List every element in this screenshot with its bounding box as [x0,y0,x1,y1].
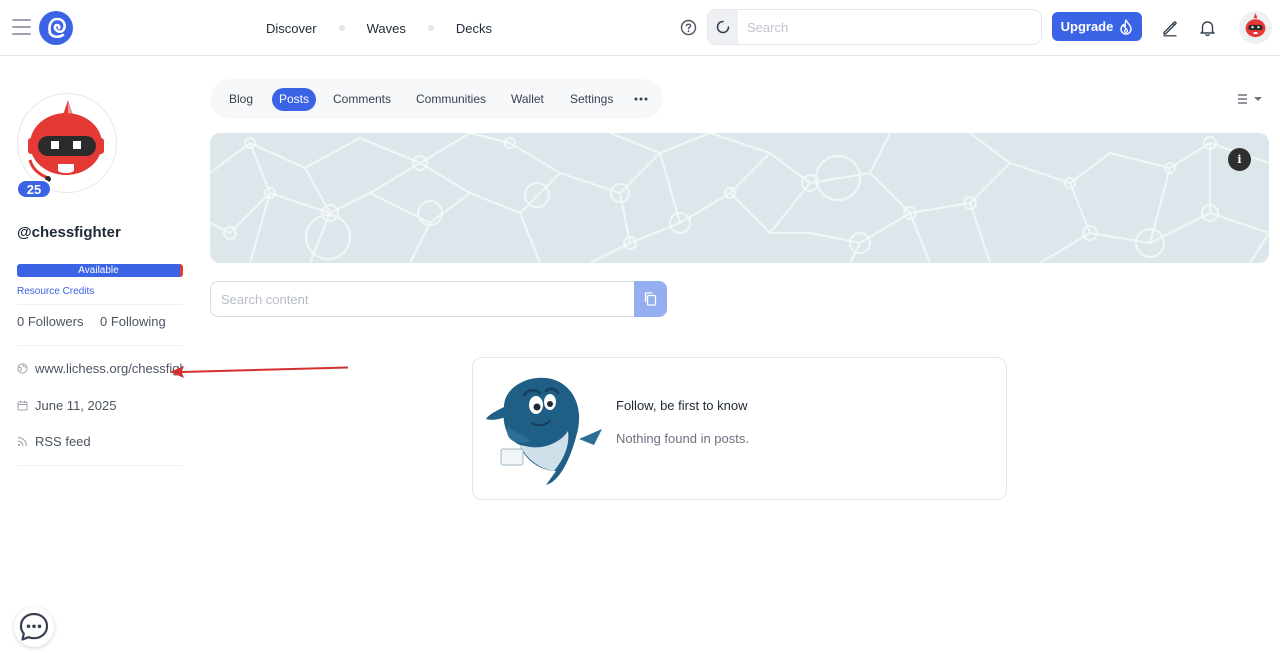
main-nav: Discover Waves Decks [266,18,492,38]
copy-button[interactable] [634,281,667,317]
nav-discover[interactable]: Discover [266,21,317,36]
tab-posts[interactable]: Posts [272,88,317,111]
profile-avatar [17,93,117,193]
following-link[interactable]: 0 Following [100,314,166,329]
rss-icon [17,437,27,447]
website-url: www.lichess.org/chessfighter [35,361,183,376]
flame-icon [1120,18,1133,35]
nav-decks[interactable]: Decks [456,21,492,36]
calendar-icon [17,400,28,411]
cover-pattern [210,133,1269,263]
tab-settings[interactable]: Settings [570,88,613,111]
followers-link[interactable]: 0 Followers [17,314,83,329]
reputation-badge: 25 [16,179,52,199]
search-input[interactable] [738,10,1041,44]
robot-avatar[interactable] [1239,11,1272,44]
nav-waves[interactable]: Waves [367,21,406,36]
spinner-icon [708,10,738,44]
nav-separator [427,25,434,31]
resource-credits-link[interactable]: Resource Credits [17,286,94,297]
tab-comments[interactable]: Comments [333,88,391,111]
annotation-arrow-icon [170,366,348,378]
chat-button[interactable] [14,607,54,647]
header-search [707,9,1042,45]
list-view-icon[interactable] [1237,92,1265,106]
joined-date: June 11, 2025 [17,398,183,413]
globe-icon [17,363,28,374]
copy-icon [644,292,657,306]
top-bar: Discover Waves Decks Upgrade [0,0,1280,56]
profile-cover [210,133,1269,263]
tab-communities[interactable]: Communities [416,88,486,111]
rss-feed-label: RSS feed [35,434,91,449]
cover-info-button[interactable]: i [1228,148,1251,171]
upgrade-button-label: Upgrade [1060,19,1114,34]
profile-tabs: Blog Posts Comments Communities Wallet S… [210,79,663,119]
nav-separator [338,25,345,31]
tab-blog[interactable]: Blog [229,88,253,111]
empty-state-message: Nothing found in posts. [616,431,749,446]
upgrade-button[interactable]: Upgrade [1052,12,1142,41]
bell-icon[interactable] [1199,19,1216,37]
divider [17,304,183,305]
divider [17,465,183,466]
chat-bubble-icon [19,612,49,641]
pencil-icon[interactable] [1161,19,1179,37]
question-circle-icon[interactable] [680,19,697,36]
joined-date-text: June 11, 2025 [35,398,117,413]
resource-credits-status: Available [78,265,119,276]
tab-wallet[interactable]: Wallet [511,88,544,111]
content-search-input[interactable] [210,281,634,317]
rss-feed-link[interactable]: RSS feed [17,434,183,449]
profile-username: @chessfighter [17,224,121,241]
dolphin-mascot-icon [484,367,606,489]
hamburger-icon[interactable] [12,19,31,37]
website-link[interactable]: www.lichess.org/chessfighter [17,361,183,376]
empty-state-title: Follow, be first to know [616,398,748,413]
resource-credits-bar[interactable]: Available [17,264,183,277]
more-options-icon[interactable] [633,91,649,107]
divider [17,345,183,346]
ecency-logo-icon[interactable] [39,11,73,45]
